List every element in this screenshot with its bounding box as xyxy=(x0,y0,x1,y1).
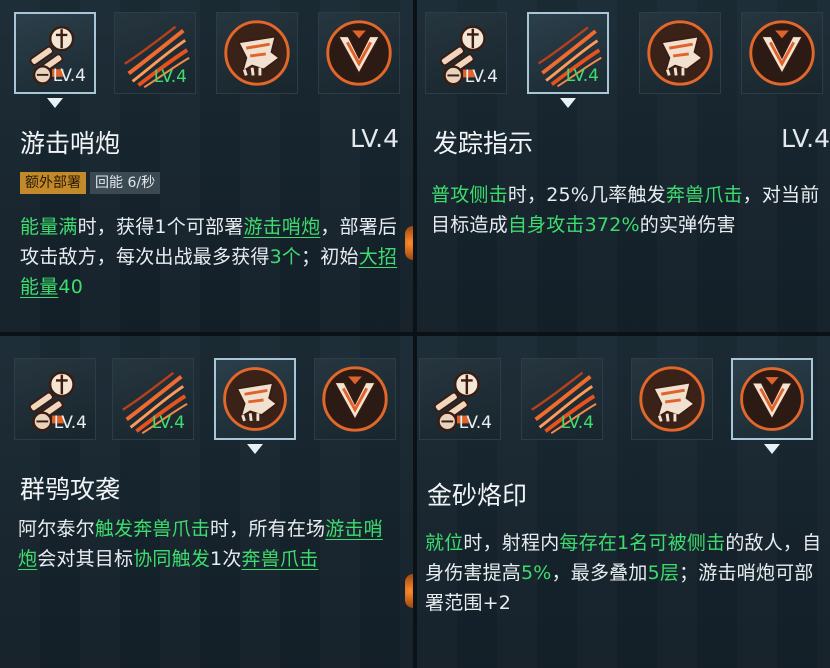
skill-slot-4[interactable] xyxy=(731,358,813,440)
skill-slot-1[interactable]: LV.4 xyxy=(419,358,501,440)
description-text: 1次 xyxy=(210,548,242,570)
skill-slot-3[interactable] xyxy=(216,12,298,94)
highlight-term[interactable]: 游击哨炮 xyxy=(244,216,321,238)
highlight-term: 触发奔兽爪击 xyxy=(94,518,211,540)
description-text: 时，射程内 xyxy=(463,532,560,554)
highlight-term: 协同触发 xyxy=(133,548,211,570)
skill-slot-4[interactable] xyxy=(741,12,823,94)
highlight-term[interactable]: 奔兽爪击 xyxy=(242,548,319,570)
highlight-term: 能量满 xyxy=(20,216,78,238)
skill-slot-level: LV.4 xyxy=(565,66,599,86)
skill-slot-3[interactable] xyxy=(214,358,296,440)
description-text: 时，25%几率触发 xyxy=(507,184,666,206)
skill-panel-gold-sand-brand: LV.4 LV.4 金砂烙印 就位时，射程内每存在1名可被侧击的敌人，自身伤害提… xyxy=(417,336,830,668)
highlight-term: 就位 xyxy=(425,532,464,554)
skill-slot-3[interactable] xyxy=(639,12,721,94)
skill-slot-4[interactable] xyxy=(314,358,396,440)
skill-panel-turret: LV.4 LV.4 游击哨炮 LV.4 额外部署 回能 6/秒 能量满时，获得1个… xyxy=(0,0,413,332)
skill-level: LV.4 xyxy=(781,124,830,153)
skill-slot-level: LV.4 xyxy=(151,413,185,433)
skill-slot-1[interactable]: LV.4 xyxy=(425,12,507,94)
chevron-emblem-icon xyxy=(322,366,388,432)
tag-energy-regen: 回能 6/秒 xyxy=(90,172,161,194)
highlight-term: 奔兽爪击 xyxy=(665,184,743,206)
skill-title: 群鸮攻袭 xyxy=(20,475,121,504)
skill-slot-2[interactable]: LV.4 xyxy=(112,358,194,440)
skill-title: 发踪指示 xyxy=(433,129,534,158)
skill-slot-2[interactable]: LV.4 xyxy=(527,12,609,94)
skill-description: 阿尔泰尔触发奔兽爪击时，所有在场游击哨炮会对其目标协同触发1次奔兽爪击 xyxy=(18,514,399,574)
highlight-term: 自身攻击372% xyxy=(507,214,640,236)
highlight-term: 5% xyxy=(521,562,552,584)
skill-description: 普攻侧击时，25%几率触发奔兽爪击，对当前目标造成自身攻击372%的实弹伤害 xyxy=(431,180,830,240)
description-text: 时，获得1个可部署 xyxy=(77,216,244,238)
selection-pointer xyxy=(47,98,63,108)
tag-extra-deploy: 额外部署 xyxy=(20,172,86,194)
skill-slot-1[interactable]: LV.4 xyxy=(14,12,96,94)
skill-header: 游击哨炮 LV.4 xyxy=(16,122,399,162)
skill-level: LV.4 xyxy=(350,124,399,153)
chevron-emblem-icon xyxy=(749,20,815,86)
skill-description: 能量满时，获得1个可部署游击哨炮，部署后攻击敌方，每次出战最多获得3个；初始大招… xyxy=(20,212,399,302)
selection-pointer xyxy=(764,444,780,454)
skill-slot-1[interactable]: LV.4 xyxy=(14,358,96,440)
skill-header: 发踪指示 LV.4 xyxy=(429,122,830,162)
skill-slot-level: LV.4 xyxy=(458,413,492,433)
skill-description: 就位时，射程内每存在1名可被侧击的敌人，自身伤害提高5%，最多叠加5层；游击哨炮… xyxy=(425,528,828,618)
skill-slot-2[interactable]: LV.4 xyxy=(114,12,196,94)
skill-slot-level: LV.4 xyxy=(464,67,498,87)
highlight-term: 40 xyxy=(58,276,83,298)
skill-slot-level: LV.4 xyxy=(53,413,87,433)
chevron-emblem-icon xyxy=(740,367,804,431)
description-text: ；初始 xyxy=(301,246,359,268)
beast-crest-icon xyxy=(224,20,290,86)
skill-header: 群鸮攻袭 xyxy=(16,468,399,508)
skill-slot-level: LV.4 xyxy=(560,413,594,433)
beast-crest-icon xyxy=(647,20,713,86)
skill-slot-4[interactable] xyxy=(318,12,400,94)
side-indicator xyxy=(405,226,413,260)
highlight-term: 3个 xyxy=(269,246,302,268)
description-text: 会对其目标 xyxy=(37,548,134,570)
description-text: 的实弹伤害 xyxy=(639,214,736,236)
skill-slot-2[interactable]: LV.4 xyxy=(521,358,603,440)
highlight-term: 5层 xyxy=(647,562,680,584)
description-text: 时，所有在场 xyxy=(210,518,326,540)
description-text: ，最多叠加 xyxy=(551,562,648,584)
side-indicator xyxy=(405,574,413,608)
skill-panel-owl-raid: LV.4 LV.4 群鸮攻袭 阿尔泰尔触发奔兽爪击时，所有在场游击哨炮会对其目标… xyxy=(0,336,413,668)
highlight-term: 普攻侧击 xyxy=(431,184,508,206)
beast-crest-icon xyxy=(223,367,287,431)
skill-tags: 额外部署 回能 6/秒 xyxy=(20,172,164,196)
skill-panel-tracking: LV.4 LV.4 发踪指示 LV.4 普攻侧击时，25%几率触发奔兽爪击，对当… xyxy=(417,0,830,332)
skill-title: 游击哨炮 xyxy=(20,129,121,158)
skill-title: 金砂烙印 xyxy=(427,481,528,510)
skill-slot-level: LV.4 xyxy=(153,67,187,87)
chevron-emblem-icon xyxy=(326,20,392,86)
selection-pointer xyxy=(247,444,263,454)
skill-header: 金砂烙印 xyxy=(423,474,816,514)
highlight-term: 每存在1名可被侧击 xyxy=(559,532,726,554)
skill-slot-level: LV.4 xyxy=(52,66,86,86)
skill-slot-3[interactable] xyxy=(631,358,713,440)
beast-crest-icon xyxy=(639,366,705,432)
description-text: 阿尔泰尔 xyxy=(18,518,95,540)
selection-pointer xyxy=(560,98,576,108)
